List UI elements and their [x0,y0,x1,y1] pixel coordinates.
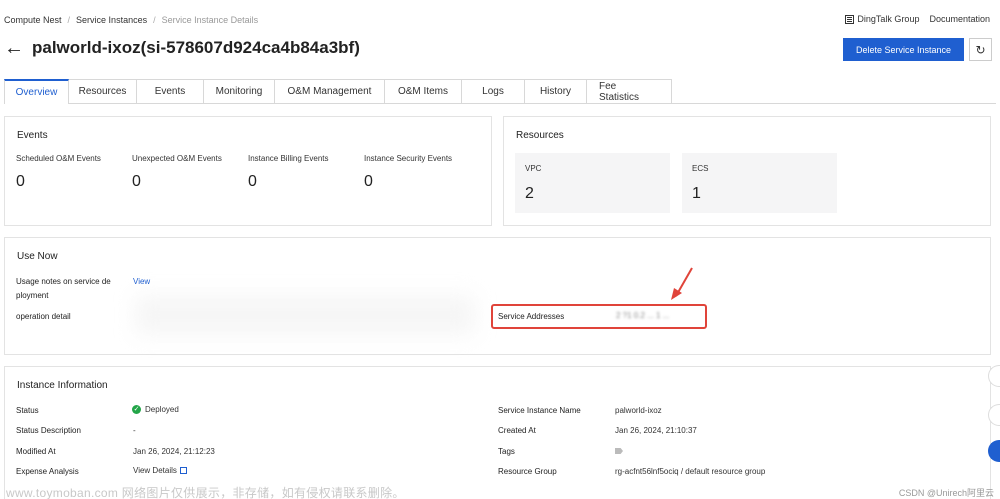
breadcrumb-service-instances[interactable]: Service Instances [76,15,147,25]
tab-monitoring[interactable]: Monitoring [204,79,275,104]
metric-value: 0 [248,173,257,190]
metric-value: 0 [132,173,141,190]
tab-om-items[interactable]: O&M Items [385,79,462,104]
view-details-text: View Details [133,466,177,475]
external-link-icon [179,467,187,475]
expense-analysis-label: Expense Analysis [16,467,79,476]
back-arrow-icon[interactable]: ← [4,38,24,58]
resource-group-value: rg-acfnt56lnf5ociq / default resource gr… [615,467,766,476]
highlight-box [491,304,707,329]
metric-instance-billing-events: Instance Billing Events 0 [248,154,329,191]
top-links: DingTalk Group Documentation [845,14,990,24]
metric-instance-security-events: Instance Security Events 0 [364,154,452,191]
red-arrow-icon [671,267,693,300]
view-details-link[interactable]: View Details [133,466,187,475]
dingtalk-label: DingTalk Group [857,14,920,24]
status-value: ✓ Deployed [132,405,179,414]
usage-notes-label-line1: Usage notes on service de [16,277,111,286]
resource-card-ecs[interactable]: ECS 1 [682,153,837,213]
events-panel: Events Scheduled O&M Events 0 Unexpected… [4,116,492,226]
tab-fee-statistics[interactable]: Fee Statistics [587,79,672,104]
dingtalk-group-link[interactable]: DingTalk Group [845,14,919,24]
metric-label: Instance Security Events [364,154,453,163]
dingtalk-icon [845,14,855,24]
metric-unexpected-om-events: Unexpected O&M Events 0 [132,154,222,191]
title-row: ← palworld-ixoz(si-578607d924ca4b84a3bf) [4,38,360,58]
modified-at-label: Modified At [16,447,56,456]
usage-notes-label-line2: ployment [16,291,49,300]
status-text: Deployed [145,405,179,414]
breadcrumb-compute-nest[interactable]: Compute Nest [4,15,62,25]
metric-value: 0 [16,173,25,190]
tab-overview[interactable]: Overview [4,79,69,104]
resources-title: Resources [516,130,564,141]
tab-om-management[interactable]: O&M Management [275,79,385,104]
refresh-button[interactable]: ↻ [969,38,992,61]
csdn-credit: CSDN @Unirech阿里云 [898,488,994,498]
resource-label: ECS [692,164,709,173]
delete-service-instance-button[interactable]: Delete Service Instance [843,38,964,61]
events-title: Events [17,130,48,141]
breadcrumb: Compute Nest / Service Instances / Servi… [4,15,258,25]
tab-history[interactable]: History [525,79,587,104]
use-now-title: Use Now [17,251,58,262]
resource-value: 2 [525,185,534,202]
resource-card-vpc[interactable]: VPC 2 [515,153,670,213]
tab-resources[interactable]: Resources [69,79,137,104]
documentation-link[interactable]: Documentation [929,14,990,24]
tag-icon[interactable] [615,448,623,454]
metric-label: Instance Billing Events [248,154,329,163]
modified-at-value: Jan 26, 2024, 21:12:23 [133,447,215,456]
usage-notes-view-link[interactable]: View [133,277,150,286]
instance-name-value: palworld-ixoz [615,406,662,415]
tags-value[interactable] [615,447,623,456]
breadcrumb-separator: / [153,15,156,25]
created-at-value: Jan 26, 2024, 21:10:37 [615,426,697,435]
metric-value: 0 [364,173,373,190]
page-title: palworld-ixoz(si-578607d924ca4b84a3bf) [32,38,360,57]
refresh-icon: ↻ [975,42,986,57]
tab-logs[interactable]: Logs [462,79,525,104]
tags-label: Tags [498,447,515,456]
tab-bar: Overview Resources Events Monitoring O&M… [4,79,672,104]
watermark-text: www.toymoban.com 网络图片仅供展示，非存储，如有侵权请联系删除。 [6,486,405,499]
instance-info-title: Instance Information [17,380,108,391]
status-description-value: - [133,426,136,435]
metric-label: Scheduled O&M Events [16,154,101,163]
resource-value: 1 [692,185,701,202]
breadcrumb-separator: / [67,15,71,25]
check-circle-icon: ✓ [132,405,141,414]
tab-underline [672,103,996,104]
breadcrumb-current: Service Instance Details [161,15,259,25]
operation-detail-label: operation detail [16,312,71,321]
status-description-label: Status Description [16,426,81,435]
status-label: Status [16,406,39,415]
metric-scheduled-om-events: Scheduled O&M Events 0 [16,154,101,191]
created-at-label: Created At [498,426,536,435]
resources-panel: Resources VPC 2 ECS 1 [503,116,991,226]
instance-name-label: Service Instance Name [498,406,581,415]
tab-events[interactable]: Events [137,79,204,104]
resource-label: VPC [525,164,542,173]
redacted-area [135,295,475,335]
metric-label: Unexpected O&M Events [132,154,222,163]
resource-group-label: Resource Group [498,467,557,476]
